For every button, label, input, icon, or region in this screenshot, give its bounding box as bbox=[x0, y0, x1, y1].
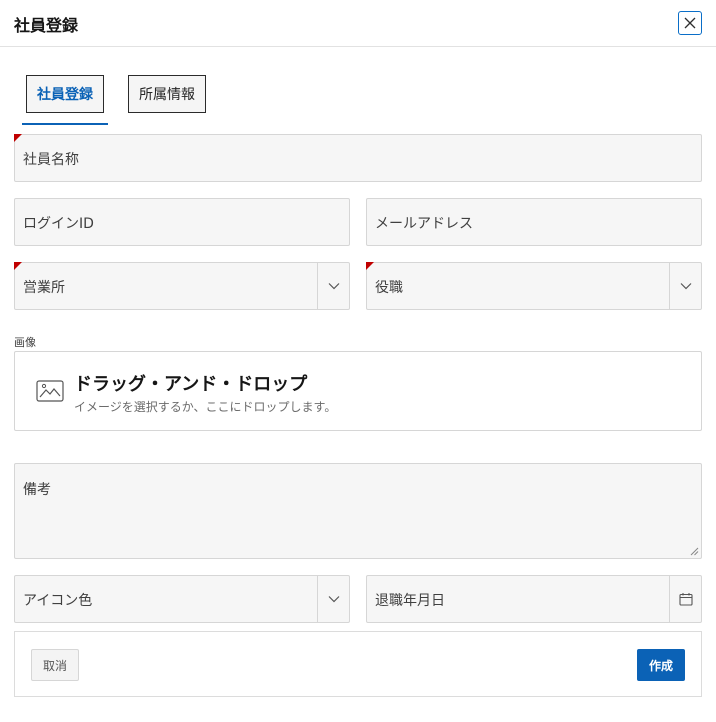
notes-textarea[interactable]: 備考 bbox=[14, 463, 702, 559]
email-label: メールアドレス bbox=[375, 216, 473, 232]
dropzone-hint: イメージを選択するか、ここにドロップします。 bbox=[74, 400, 337, 414]
role-dropdown-toggle[interactable] bbox=[669, 263, 701, 309]
image-label: 画像 bbox=[14, 336, 36, 349]
role-label: 役職 bbox=[375, 280, 403, 296]
date-picker-button[interactable] bbox=[669, 576, 701, 622]
employee-name-label: 社員名称 bbox=[23, 152, 79, 168]
close-button[interactable] bbox=[678, 11, 702, 35]
tab-affiliation-info[interactable]: 所属情報 bbox=[128, 75, 206, 113]
active-tab-indicator bbox=[22, 123, 108, 125]
retire-date-label: 退職年月日 bbox=[375, 593, 445, 609]
icon-color-label: アイコン色 bbox=[23, 593, 93, 609]
cancel-button[interactable]: 取消 bbox=[31, 649, 79, 681]
role-select[interactable]: 役職 bbox=[366, 262, 702, 310]
required-marker bbox=[14, 262, 22, 270]
image-icon bbox=[36, 380, 64, 402]
dropzone-title: ドラッグ・アンド・ドロップ bbox=[74, 374, 308, 395]
employee-name-field[interactable]: 社員名称 bbox=[14, 134, 702, 182]
email-field[interactable]: メールアドレス bbox=[366, 198, 702, 246]
create-button[interactable]: 作成 bbox=[637, 649, 685, 681]
dialog-title: 社員登録 bbox=[14, 16, 79, 35]
chevron-down-icon bbox=[328, 596, 339, 603]
office-label: 営業所 bbox=[23, 280, 65, 296]
login-id-field[interactable]: ログインID bbox=[14, 198, 350, 246]
required-marker bbox=[14, 134, 22, 142]
login-id-label: ログインID bbox=[23, 216, 94, 232]
dialog-header: 社員登録 bbox=[0, 0, 716, 47]
office-select[interactable]: 営業所 bbox=[14, 262, 350, 310]
required-marker bbox=[366, 262, 374, 270]
image-dropzone[interactable]: ドラッグ・アンド・ドロップ イメージを選択するか、ここにドロップします。 bbox=[14, 351, 702, 431]
office-dropdown-toggle[interactable] bbox=[317, 263, 349, 309]
notes-label: 備考 bbox=[23, 482, 51, 498]
resize-handle-icon[interactable] bbox=[690, 547, 699, 556]
chevron-down-icon bbox=[680, 283, 691, 290]
icon-color-dropdown-toggle[interactable] bbox=[317, 576, 349, 622]
calendar-icon bbox=[678, 593, 693, 606]
retire-date-field[interactable]: 退職年月日 bbox=[366, 575, 702, 623]
chevron-down-icon bbox=[328, 283, 339, 290]
dialog-footer: 取消 作成 bbox=[14, 631, 702, 697]
icon-color-select[interactable]: アイコン色 bbox=[14, 575, 350, 623]
tab-employee-registration[interactable]: 社員登録 bbox=[26, 75, 104, 113]
close-icon bbox=[684, 17, 696, 29]
